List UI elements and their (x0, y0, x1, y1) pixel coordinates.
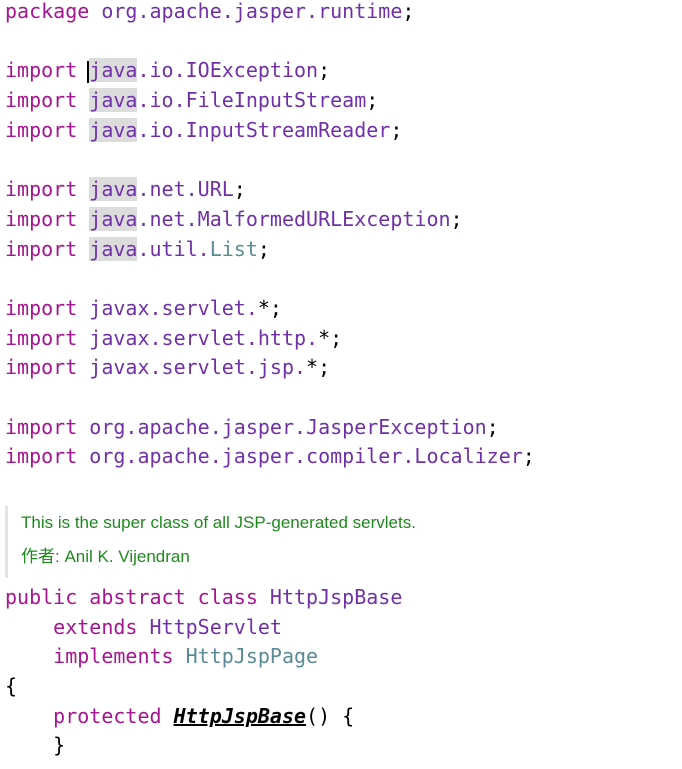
code-token: org.apache.jasper.JasperException (89, 414, 487, 439)
code-token: import (5, 444, 90, 469)
javadoc-author: 作者: Anil K. Vijendran (21, 547, 190, 566)
code-token: List (209, 236, 258, 261)
code-token: ; (402, 0, 415, 23)
code-token: javax.servlet.jsp. (89, 355, 307, 380)
code-token: .io.FileInputStream (137, 88, 367, 113)
code-token: import (5, 295, 90, 320)
code-token: protected (5, 703, 174, 728)
code-token: ; (233, 177, 246, 202)
code-line[interactable]: import java.io.IOException; (5, 56, 535, 86)
code-token: import (5, 355, 90, 380)
code-token: HttpJspBase (173, 703, 307, 728)
code-token: ; (450, 206, 463, 231)
code-token: ; (486, 414, 499, 439)
code-token: ; (366, 88, 379, 113)
code-token: .io.InputStreamReader (137, 117, 391, 142)
code-token: } (5, 733, 66, 758)
code-token: import (5, 325, 90, 350)
code-line[interactable]: import org.apache.jasper.compiler.Locali… (5, 442, 535, 472)
code-line[interactable] (5, 383, 535, 413)
code-imports[interactable]: package org.apache.jasper.runtime; import… (5, 0, 535, 472)
code-token: java (89, 236, 138, 261)
code-line[interactable]: extends HttpServlet (5, 613, 402, 643)
code-token: import (5, 177, 90, 202)
code-token: java (89, 177, 138, 202)
code-line[interactable]: implements HttpJspPage (5, 642, 402, 672)
code-line[interactable]: protected HttpJspBase() { (5, 702, 402, 732)
code-token: import (5, 117, 90, 142)
code-line[interactable]: package org.apache.jasper.runtime; (5, 0, 535, 27)
code-line[interactable]: import java.util.List; (5, 235, 535, 265)
code-token: HttpJspBase (269, 585, 403, 609)
code-token: HttpJspPage (185, 644, 319, 669)
code-token: .net.URL (137, 177, 234, 202)
code-token: *; (318, 325, 343, 350)
code-token: import (5, 58, 90, 83)
code-line[interactable]: import java.net.MalformedURLException; (5, 205, 535, 235)
code-token: org.apache.jasper.compiler.Localizer (89, 444, 523, 469)
code-token: import (5, 88, 90, 113)
code-token: implements (5, 644, 186, 669)
javadoc-description: This is the super class of all JSP-gener… (21, 513, 416, 532)
code-line[interactable]: import java.io.FileInputStream; (5, 86, 535, 116)
code-token: import (5, 206, 90, 231)
code-token: java (89, 206, 138, 231)
code-line[interactable]: import javax.servlet.jsp.*; (5, 353, 535, 383)
code-token: import (5, 236, 90, 261)
code-line[interactable]: import javax.servlet.http.*; (5, 324, 535, 354)
code-line[interactable] (5, 145, 535, 175)
code-token: ; (257, 236, 270, 261)
code-line[interactable] (5, 264, 535, 294)
code-line[interactable]: { (5, 672, 402, 702)
code-token: *; (306, 355, 331, 380)
code-token: extends (5, 614, 150, 639)
code-line[interactable]: import java.net.URL; (5, 175, 535, 205)
code-token: HttpServlet (149, 614, 282, 639)
code-token: () { (306, 703, 355, 728)
code-token: javax.servlet.http. (89, 325, 319, 350)
javadoc-hover: This is the super class of all JSP-gener… (5, 506, 581, 578)
code-line[interactable] (5, 27, 535, 57)
code-token: public abstract class (5, 585, 270, 609)
code-token: java (89, 88, 138, 113)
code-token: .io.IOException (137, 58, 319, 83)
code-class-declaration[interactable]: public abstract class HttpJspBase extend… (5, 583, 402, 761)
code-token: org.apache.jasper.runtime (89, 0, 403, 23)
code-line[interactable]: import java.io.InputStreamReader; (5, 116, 535, 146)
code-token: package (5, 0, 90, 23)
code-line[interactable]: } (5, 731, 402, 761)
code-token: import (5, 414, 90, 439)
code-token: ; (318, 58, 331, 83)
code-token: java (89, 58, 138, 83)
code-line[interactable]: import javax.servlet.*; (5, 294, 535, 324)
code-token: javax.servlet. (89, 295, 258, 320)
code-token: java (89, 117, 138, 142)
code-token: { (5, 674, 18, 699)
code-line[interactable]: public abstract class HttpJspBase (5, 583, 402, 613)
code-line[interactable]: import org.apache.jasper.JasperException… (5, 413, 535, 443)
code-token: .util. (137, 236, 210, 261)
code-token: *; (257, 295, 282, 320)
code-token: ; (522, 444, 535, 469)
code-token: ; (390, 117, 403, 142)
code-token: .net.MalformedURLException (137, 206, 451, 231)
